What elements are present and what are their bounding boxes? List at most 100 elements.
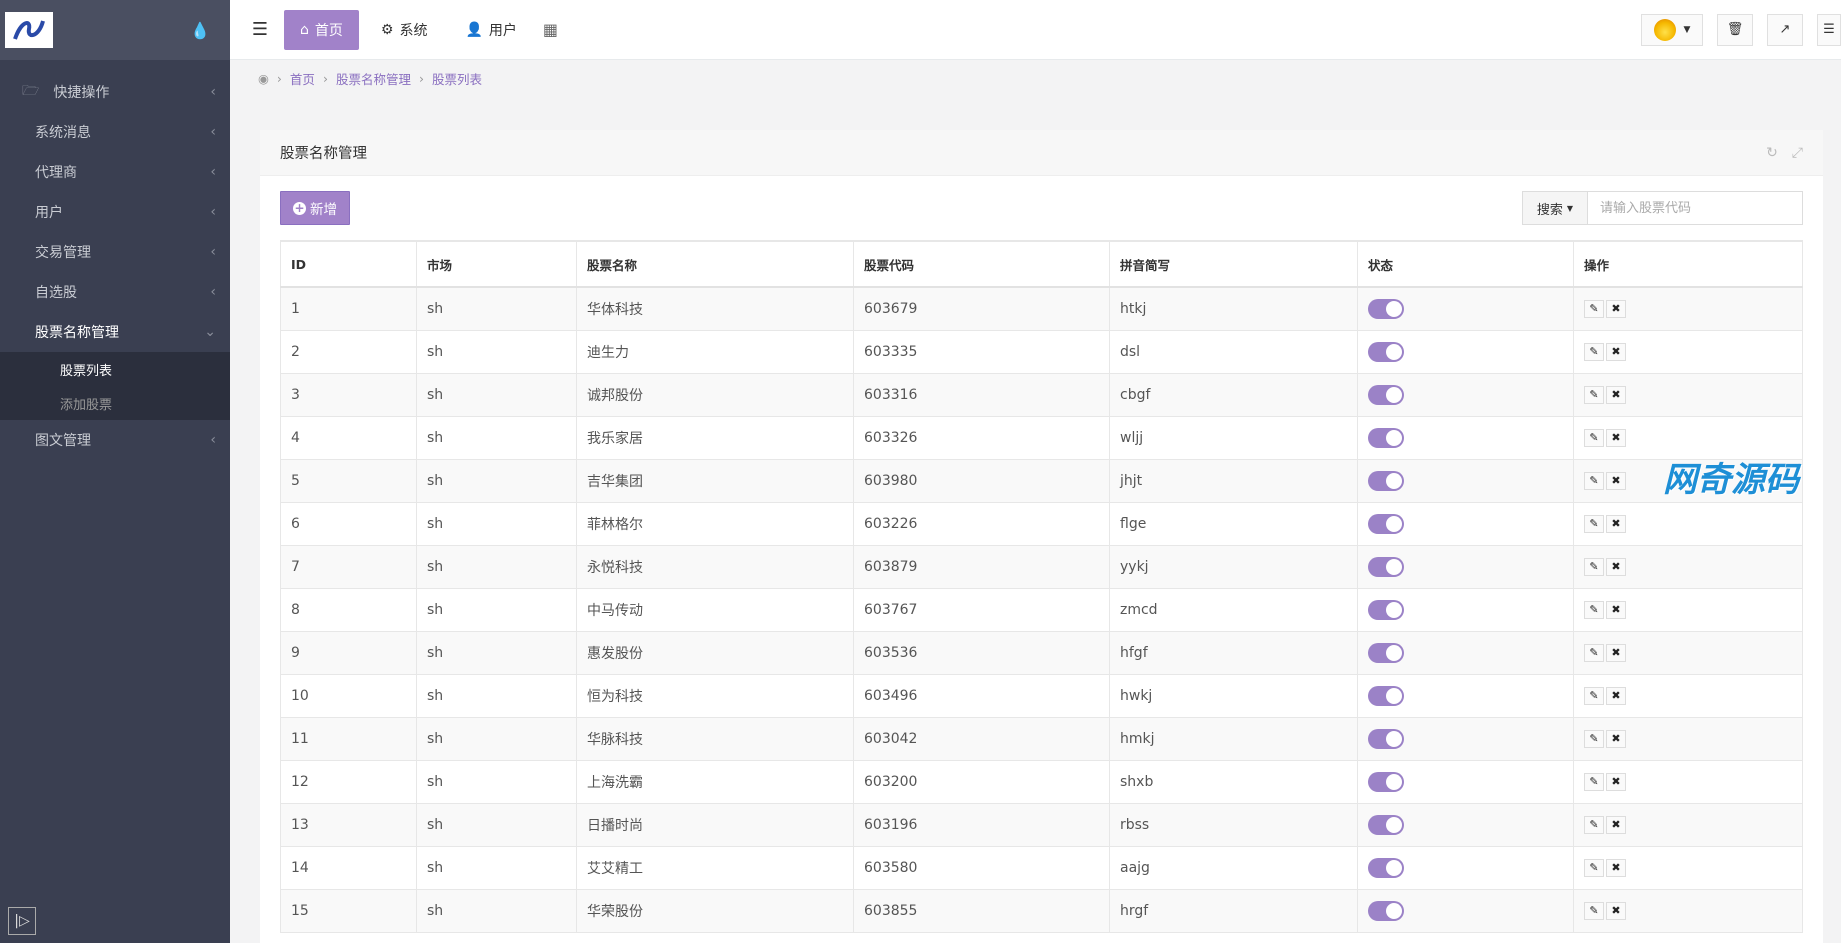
- edit-button[interactable]: ✎: [1584, 643, 1604, 662]
- sidebar-item-stock-names[interactable]: 股票名称管理 ⌄: [0, 312, 230, 352]
- sidebar-item-articles[interactable]: 图文管理 ‹: [0, 420, 230, 460]
- breadcrumb-home[interactable]: 首页: [290, 69, 315, 88]
- status-toggle[interactable]: [1368, 814, 1404, 835]
- sidebar-subitem-add-stock[interactable]: 添加股票: [0, 386, 230, 420]
- sidebar-item-trading[interactable]: 交易管理 ‹: [0, 232, 230, 272]
- column-header[interactable]: 市场: [416, 240, 577, 288]
- delete-button[interactable]: ✖: [1606, 815, 1626, 834]
- sidebar-item-system-messages[interactable]: 系统消息 ‹: [0, 112, 230, 152]
- tab-home[interactable]: ⌂ 首页: [284, 9, 359, 50]
- avatar-dropdown[interactable]: ▼: [1641, 13, 1703, 46]
- table-cell: 菲林格尔: [576, 501, 854, 546]
- status-toggle[interactable]: [1368, 384, 1404, 405]
- table-cell: 603679: [853, 286, 1110, 331]
- status-cell: [1357, 544, 1574, 589]
- column-header[interactable]: 操作: [1573, 240, 1803, 288]
- fullscreen-icon[interactable]: ⤢: [1792, 145, 1803, 161]
- tab-users[interactable]: 👤 用户: [449, 10, 532, 50]
- theme-drop-icon[interactable]: 💧: [190, 21, 210, 40]
- delete-button[interactable]: ✖: [1606, 772, 1626, 791]
- delete-button[interactable]: ✖: [1606, 385, 1626, 404]
- edit-button[interactable]: ✎: [1584, 729, 1604, 748]
- delete-button[interactable]: ✖: [1606, 600, 1626, 619]
- delete-button[interactable]: ✖: [1606, 299, 1626, 318]
- sidebar-subitem-stock-list[interactable]: 股票列表: [0, 352, 230, 386]
- tab-system[interactable]: ⚙ 系统: [365, 10, 444, 50]
- status-toggle[interactable]: [1368, 427, 1404, 448]
- table-cell: aajg: [1109, 845, 1358, 890]
- caret-down-icon: ▼: [1566, 203, 1574, 213]
- status-toggle[interactable]: [1368, 728, 1404, 749]
- edit-button[interactable]: ✎: [1584, 901, 1604, 920]
- edit-button[interactable]: ✎: [1584, 342, 1604, 361]
- external-link-button[interactable]: ↗: [1767, 13, 1803, 46]
- sidebar-item-quick-actions[interactable]: 🗁 快捷操作 ‹: [0, 72, 230, 112]
- status-toggle[interactable]: [1368, 341, 1404, 362]
- sidebar-collapse-icon[interactable]: |▷: [8, 907, 36, 935]
- status-toggle[interactable]: [1368, 685, 1404, 706]
- edit-button[interactable]: ✎: [1584, 686, 1604, 705]
- column-header[interactable]: 股票代码: [853, 240, 1110, 288]
- edit-button[interactable]: ✎: [1584, 557, 1604, 576]
- status-toggle[interactable]: [1368, 298, 1404, 319]
- delete-button[interactable]: ✖: [1606, 514, 1626, 533]
- delete-button[interactable]: ✖: [1606, 342, 1626, 361]
- breadcrumb-current[interactable]: 股票列表: [432, 69, 482, 88]
- edit-button[interactable]: ✎: [1584, 772, 1604, 791]
- sidebar-item-label: 交易管理: [35, 245, 91, 261]
- status-toggle[interactable]: [1368, 470, 1404, 491]
- edit-button[interactable]: ✎: [1584, 471, 1604, 490]
- status-toggle[interactable]: [1368, 599, 1404, 620]
- edit-button[interactable]: ✎: [1584, 299, 1604, 318]
- breadcrumb-section[interactable]: 股票名称管理: [336, 69, 411, 88]
- search-input[interactable]: [1588, 191, 1803, 225]
- close-icon: ✖: [1611, 431, 1621, 444]
- trash-button[interactable]: 🗑: [1717, 13, 1753, 46]
- status-toggle[interactable]: [1368, 556, 1404, 577]
- actions-cell: ✎ ✖: [1573, 673, 1803, 718]
- external-link-icon: ↗: [1779, 22, 1791, 37]
- add-button[interactable]: + 新增: [280, 191, 350, 225]
- refresh-icon[interactable]: ↻: [1766, 145, 1778, 161]
- column-header[interactable]: 状态: [1357, 240, 1574, 288]
- home-icon: ⌂: [300, 21, 309, 38]
- delete-button[interactable]: ✖: [1606, 428, 1626, 447]
- edit-button[interactable]: ✎: [1584, 385, 1604, 404]
- sidebar-item-agents[interactable]: 代理商 ‹: [0, 152, 230, 192]
- status-toggle[interactable]: [1368, 771, 1404, 792]
- table-cell: 603855: [853, 888, 1110, 933]
- sidebar-header: 💧: [0, 0, 230, 60]
- delete-button[interactable]: ✖: [1606, 901, 1626, 920]
- status-toggle[interactable]: [1368, 513, 1404, 534]
- delete-button[interactable]: ✖: [1606, 858, 1626, 877]
- column-header[interactable]: ID: [280, 240, 417, 288]
- table-cell: sh: [416, 802, 577, 847]
- status-toggle[interactable]: [1368, 642, 1404, 663]
- sidebar-item-watchlist[interactable]: 自选股 ‹: [0, 272, 230, 312]
- delete-button[interactable]: ✖: [1606, 471, 1626, 490]
- delete-button[interactable]: ✖: [1606, 729, 1626, 748]
- edit-button[interactable]: ✎: [1584, 514, 1604, 533]
- status-toggle[interactable]: [1368, 857, 1404, 878]
- menu-toggle-icon[interactable]: ☰: [242, 19, 278, 40]
- table-cell: 4: [280, 415, 417, 460]
- grid-icon[interactable]: ▦: [543, 20, 558, 39]
- column-header[interactable]: 股票名称: [576, 240, 854, 288]
- search-dropdown-button[interactable]: 搜索 ▼: [1522, 191, 1588, 225]
- delete-button[interactable]: ✖: [1606, 643, 1626, 662]
- chevron-left-icon: ‹: [210, 244, 216, 260]
- tab-label: 用户: [488, 22, 517, 39]
- edit-button[interactable]: ✎: [1584, 858, 1604, 877]
- sidebar-item-users[interactable]: 用户 ‹: [0, 192, 230, 232]
- edit-button[interactable]: ✎: [1584, 600, 1604, 619]
- delete-button[interactable]: ✖: [1606, 686, 1626, 705]
- delete-button[interactable]: ✖: [1606, 557, 1626, 576]
- status-toggle[interactable]: [1368, 900, 1404, 921]
- column-header[interactable]: 拼音简写: [1109, 240, 1358, 288]
- row-actions: ✎ ✖: [1584, 428, 1792, 447]
- table-cell: 603042: [853, 716, 1110, 761]
- edit-button[interactable]: ✎: [1584, 815, 1604, 834]
- edit-button[interactable]: ✎: [1584, 428, 1604, 447]
- settings-panel-button[interactable]: ☰: [1817, 13, 1841, 46]
- table-cell: 2: [280, 329, 417, 374]
